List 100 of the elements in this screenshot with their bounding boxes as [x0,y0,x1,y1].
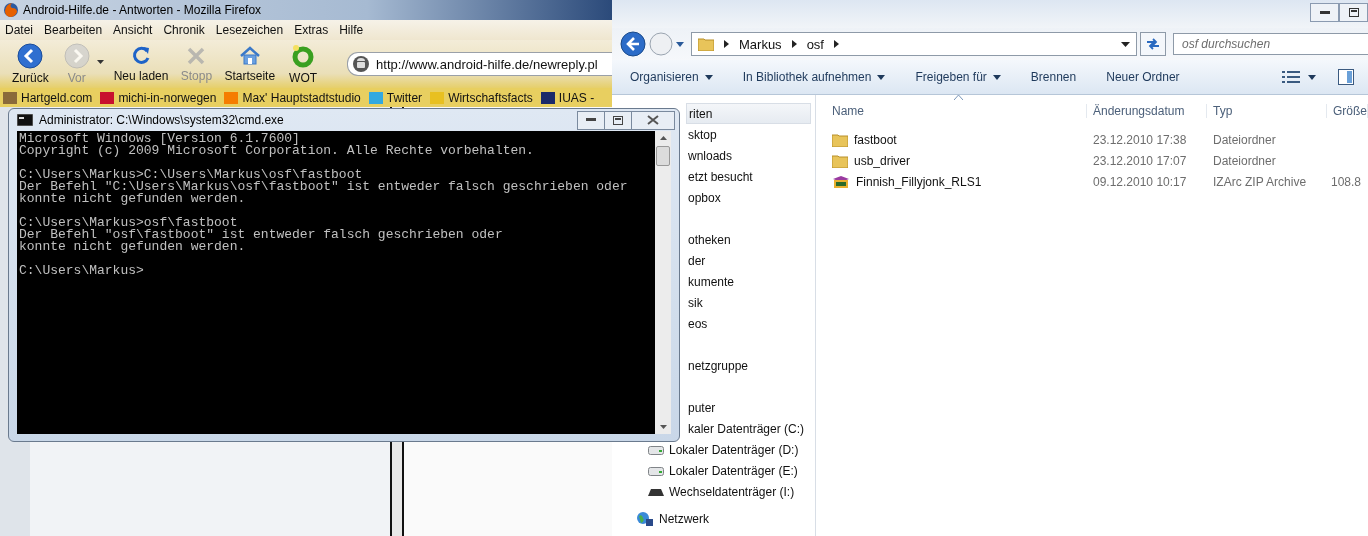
network-globe-icon [636,510,654,527]
chevron-icon[interactable] [791,40,797,48]
back-button[interactable]: Zurück [6,43,55,85]
navigation-item[interactable]: opbox [686,187,815,208]
console-line: Der Befehl "C:\Users\Markus\osf\fastboot" ist entweder falsch geschrieben oder [19,181,629,193]
modified-date: 23.12.2010 17:38 [1092,132,1188,147]
folder-icon [832,132,848,147]
chevron-icon[interactable] [724,40,729,48]
scrollbar[interactable] [655,131,671,434]
console-line: konnte nicht gefunden werden. [19,193,247,205]
reload-button[interactable]: Neu laden [107,45,175,83]
navigation-item[interactable]: Lokaler Datenträger (E:) [648,460,815,481]
file-name[interactable]: Finnish_Fillyjonk_RLS1 [826,174,1087,189]
bookmark-link[interactable]: michi-in-norwegen [100,90,217,105]
window-title: Administrator: C:\Windows\system32\cmd.exe [39,113,284,127]
menu-item[interactable]: Chronik [163,23,205,37]
dropdown-caret-icon [877,74,886,80]
close-button[interactable] [631,110,675,130]
view-list-icon[interactable] [1282,71,1300,83]
menu-item[interactable]: Hilfe [339,23,364,37]
home-icon [238,45,261,67]
navigation-item[interactable]: Lokaler Datenträger (D:) [648,439,815,460]
preview-pane-icon[interactable] [1338,69,1354,85]
bookmark-link[interactable]: IUAS - [540,90,595,105]
minimize-button[interactable] [577,110,605,130]
maximize-icon [613,115,623,125]
navigation-item[interactable]: kaler Datenträger (C:) [686,418,815,439]
file-name[interactable]: fastboot [826,132,1087,147]
command-button[interactable]: Freigeben für [907,66,1009,88]
scroll-down-icon[interactable] [659,425,667,429]
scrollbar-thumb[interactable] [656,146,670,166]
drive-icon [648,487,664,496]
minimize-icon [1319,10,1330,15]
menu-item[interactable]: Lesezeichen [215,23,284,37]
bookmark-link[interactable]: Max' Hauptstadtstudio [224,90,361,105]
navigation-item[interactable]: wnloads [686,145,815,166]
navigation-item[interactable]: sik [686,292,815,313]
console-line: Copyright (c) 2009 Microsoft Corporation. Alle Rechte vorbehalten. [19,145,535,157]
bookmark-link[interactable]: Twitter [368,90,423,105]
folder-icon [832,153,848,168]
modified-date: 23.12.2010 17:07 [1092,153,1188,168]
dropdown-caret-icon [704,74,713,80]
breadcrumb-item[interactable]: Markus [739,36,782,52]
bookmark-link[interactable]: Hartgeld.com [3,90,93,105]
navigation-item[interactable]: sktop [686,124,815,145]
maximize-button[interactable] [604,110,632,130]
file-size: 108.8 [1330,174,1362,189]
console-line: C:\Users\Markus> [19,265,145,277]
breadcrumb-item[interactable]: osf [806,36,824,52]
navigation-item[interactable]: netzgruppe [686,355,815,376]
archive-icon [832,174,850,189]
file-type: IZArc ZIP Archive [1212,174,1308,189]
search-field[interactable]: osf durchsuchen [1173,33,1368,55]
file-name[interactable]: usb_driver [826,153,1087,168]
console-icon [17,114,33,126]
close-icon [647,115,659,125]
command-button[interactable]: Neuer Ordner [1098,66,1188,88]
menu-item[interactable]: Extras [294,23,329,37]
navigation-item[interactable]: Netzwerk [636,508,815,529]
navigation-item[interactable]: der [686,250,815,271]
navigation-item[interactable]: puter [686,397,815,418]
command-button[interactable]: In Bibliothek aufnehmen [734,66,894,88]
command-button[interactable]: Organisieren [622,66,721,88]
file-type: Dateiordner [1212,153,1277,168]
bookmark-link[interactable]: Wirtschaftsfacts [430,90,533,105]
navigation-item[interactable]: etzt besucht [686,166,815,187]
dropdown-caret-icon[interactable] [676,41,684,47]
dropdown-caret-icon [992,74,1001,80]
dropdown-caret-icon[interactable] [1121,41,1130,47]
column-header[interactable]: Änderungsdatum [1087,104,1207,118]
modified-date: 09.12.2010 10:17 [1092,174,1188,189]
navigation-item[interactable]: eos [686,313,815,334]
navigation-item[interactable]: kumente [686,271,815,292]
minimize-icon [586,118,596,122]
dropdown-caret-icon[interactable] [1308,74,1316,80]
menu-item[interactable]: Bearbeiten [44,23,103,37]
navigation-item[interactable]: Wechseldatenträger (I:) [648,481,815,502]
maximize-icon [1348,8,1359,17]
wot-button[interactable]: WOT [281,43,326,85]
minimize-button[interactable] [1310,3,1339,22]
menu-item[interactable]: Datei [5,23,33,37]
command-button[interactable]: Brennen [1022,66,1085,88]
navigation-item[interactable]: riten [686,103,811,124]
refresh-arrows-icon [1145,37,1161,51]
console-line: C:\Users\Markus>C:\Users\Markus\osf\fastboot [19,169,363,181]
dropdown-caret-icon[interactable] [96,60,104,64]
menu-item[interactable]: Ansicht [113,23,153,37]
column-header[interactable]: Typ [1207,104,1327,118]
home-button[interactable]: Startseite [218,45,282,83]
address-field[interactable]: http://www.android-hilfe.de/newreply.pl [347,52,612,76]
scroll-up-icon[interactable] [659,136,667,140]
navigation-item[interactable]: otheken [686,229,815,250]
window-title: Android-Hilfe.de - Antworten - Mozilla Firefox [23,3,262,17]
refresh-button[interactable] [1140,32,1166,56]
maximize-button[interactable] [1339,3,1368,22]
column-header[interactable]: Größe [1327,104,1368,118]
chevron-icon[interactable] [833,40,839,48]
browser-logo-icon [3,2,19,18]
column-header[interactable]: Name [826,104,1087,118]
address-bar[interactable]: Markus osf [691,32,1137,56]
